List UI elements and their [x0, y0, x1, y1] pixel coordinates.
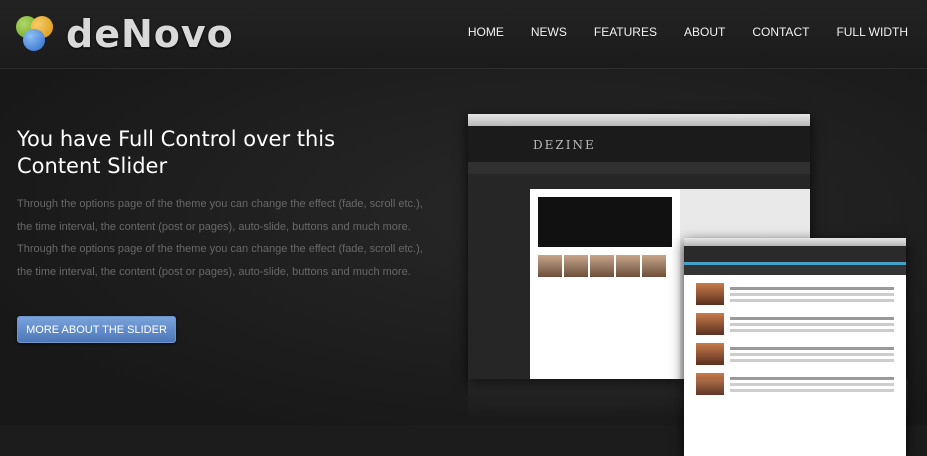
- screenshot-reflection: [468, 379, 908, 419]
- logo-text: deNovo: [66, 12, 234, 56]
- nav-about[interactable]: ABOUT: [684, 25, 725, 39]
- logo[interactable]: deNovo: [16, 12, 234, 56]
- site-header: deNovo HOME NEWS FEATURES ABOUT CONTACT …: [0, 0, 927, 69]
- nav-full-width[interactable]: FULL WIDTH: [836, 25, 908, 39]
- theme-screenshot-front: [684, 238, 906, 456]
- slide-description: Through the options page of the theme yo…: [17, 198, 423, 278]
- slide-title: You have Full Control over this Content …: [17, 127, 336, 178]
- more-about-slider-button[interactable]: MORE ABOUT THE SLIDER: [17, 316, 176, 343]
- nav-news[interactable]: NEWS: [531, 25, 567, 39]
- theme-screenshot-image: DEZINE: [468, 114, 908, 456]
- logo-circles-icon: [16, 16, 60, 52]
- nav-features[interactable]: FEATURES: [594, 25, 657, 39]
- content-slider: You have Full Control over this Content …: [0, 69, 927, 456]
- main-nav: HOME NEWS FEATURES ABOUT CONTACT FULL WI…: [468, 25, 908, 39]
- nav-home[interactable]: HOME: [468, 25, 504, 39]
- nav-contact[interactable]: CONTACT: [752, 25, 809, 39]
